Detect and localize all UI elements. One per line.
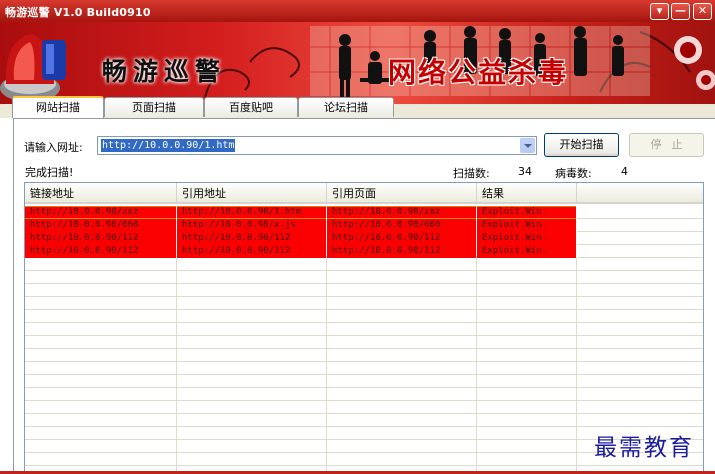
- banner-caption: 网络公益杀毒: [388, 56, 569, 89]
- url-input-value[interactable]: http://10.0.0.90/1.htm: [101, 139, 236, 152]
- url-label: 请输入网址:: [24, 141, 83, 154]
- cell-ref-url: http://10.0.0.90/112: [177, 232, 327, 245]
- window-title: 畅游巡警 V1.0 Build0910: [5, 6, 151, 19]
- start-scan-button[interactable]: 开始扫描: [544, 133, 619, 157]
- cell-result: Exploit.Win.: [477, 219, 577, 232]
- table-row[interactable]: http://10.0.0.90/zaz http://10.0.0.90/1.…: [25, 206, 577, 219]
- virus-count-value: 4: [621, 165, 628, 178]
- cell-link: http://10.0.0.90/zaz: [25, 206, 177, 219]
- chevron-down-icon[interactable]: [520, 138, 535, 153]
- menu-dropdown-icon[interactable]: ▾: [650, 3, 669, 20]
- scan-count-label: 扫描数:: [453, 167, 490, 180]
- tab-site-scan[interactable]: 网站扫描: [12, 96, 104, 118]
- cell-link: http://10.0.0.90/060: [25, 219, 177, 232]
- list-header: 链接地址 引用地址 引用页面 结果: [25, 183, 703, 204]
- table-row[interactable]: http://10.0.0.90/112 http://10.0.0.90/11…: [25, 232, 577, 245]
- url-combobox[interactable]: http://10.0.0.90/1.htm: [97, 136, 537, 155]
- scan-count-value: 34: [518, 165, 532, 178]
- close-button[interactable]: ✕: [693, 3, 712, 20]
- cell-link: http://10.0.0.90/112: [25, 245, 177, 258]
- cell-ref-url: http://10.0.0.90/1.htm: [177, 206, 327, 219]
- virus-count-label: 病毒数:: [555, 167, 592, 180]
- cell-ref-url: http://10.0.0.90/112: [177, 245, 327, 258]
- brand-name: 畅游巡警: [102, 57, 227, 86]
- cell-ref-url: http://10.0.0.90/x.js: [177, 219, 327, 232]
- column-header-result[interactable]: 结果: [477, 183, 577, 204]
- flower-decoration: [674, 36, 715, 90]
- app-banner: 畅游巡警 网络公益杀毒: [0, 22, 715, 104]
- title-bar: 畅游巡警 V1.0 Build0910 ▾ — ✕: [0, 0, 715, 22]
- column-header-link[interactable]: 链接地址: [25, 183, 177, 204]
- siren-icon: [0, 34, 66, 102]
- watermark: 最需教育: [594, 435, 694, 461]
- cell-link: http://10.0.0.90/112: [25, 232, 177, 245]
- tab-forum-scan[interactable]: 论坛扫描: [298, 97, 394, 117]
- column-header-ref-url[interactable]: 引用地址: [177, 183, 327, 204]
- cell-ref-page: http://10.0.0.90/zaz: [327, 206, 477, 219]
- column-header-ref-page[interactable]: 引用页面: [327, 183, 477, 204]
- table-row[interactable]: http://10.0.0.90/112 http://10.0.0.90/11…: [25, 245, 577, 258]
- cell-ref-page: http://10.0.0.90/112: [327, 232, 477, 245]
- minimize-button[interactable]: —: [671, 3, 690, 20]
- cell-result: Exploit.Win.: [477, 245, 577, 258]
- cell-result: Exploit.Win.: [477, 232, 577, 245]
- tab-page-scan[interactable]: 页面扫描: [104, 97, 204, 117]
- cell-ref-page: http://10.0.0.90/060: [327, 219, 477, 232]
- cell-ref-page: http://10.0.0.90/112: [327, 245, 477, 258]
- status-text: 完成扫描!: [25, 166, 74, 179]
- table-row[interactable]: http://10.0.0.90/060 http://10.0.0.90/x.…: [25, 219, 577, 232]
- stop-button[interactable]: 停止: [629, 133, 704, 157]
- tab-strip: 网站扫描 页面扫描 百度贴吧 论坛扫描: [0, 96, 715, 119]
- tab-baidu-tieba[interactable]: 百度贴吧: [204, 97, 298, 117]
- cell-result: Exploit.Win.: [477, 206, 577, 219]
